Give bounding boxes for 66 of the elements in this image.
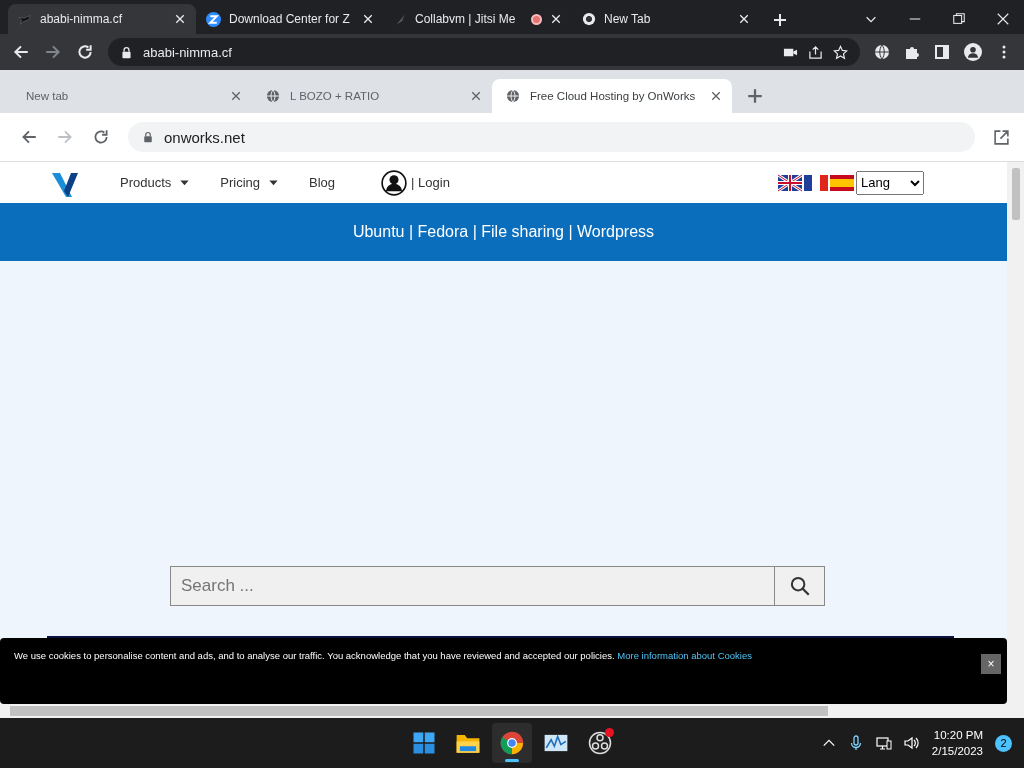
- url-text: ababi-nimma.cf: [143, 44, 233, 60]
- close-icon: [996, 12, 1010, 26]
- browser-tab[interactable]: Download Center for Z: [196, 4, 384, 34]
- cookie-notice: We use cookies to personalise content and ads, and to analyse our traffic. You acknowledge that you have reviewed and accepted our policies. More information about Cookies: [14, 650, 753, 661]
- bird-icon: [18, 12, 32, 26]
- close-icon: [470, 90, 482, 102]
- new-tab-icon: [746, 87, 764, 105]
- search-field[interactable]: Search ...: [170, 566, 775, 606]
- banner-links: Ubuntu | Fedora | File sharing | Wordpress: [352, 223, 655, 241]
- forward-icon: [56, 128, 74, 146]
- search-button[interactable]: [775, 566, 825, 606]
- close-button[interactable]: ×: [981, 654, 1001, 674]
- clock-date[interactable]: 2/15/2023: [931, 743, 983, 759]
- lock-icon: [142, 131, 154, 143]
- browser-tab[interactable]: Collabvm | Jitsi Me: [384, 4, 572, 34]
- close-icon: [174, 13, 186, 25]
- reload-icon: [76, 43, 94, 61]
- close-icon: [230, 90, 242, 102]
- volume-icon: [903, 735, 920, 751]
- nav-link[interactable]: Blog: [309, 175, 336, 190]
- network-icon: [875, 735, 892, 751]
- lock-icon: [120, 45, 133, 59]
- restore-icon: [952, 12, 966, 26]
- browser-tab[interactable]: New tab: [12, 79, 252, 113]
- browser-tab[interactable]: Free Cloud Hosting by OnWorks: [492, 79, 732, 113]
- back-icon: [20, 128, 38, 146]
- open-external-icon: [993, 128, 1010, 146]
- url-text: onworks.net: [164, 128, 245, 146]
- vertical-scrollbar[interactable]: [1007, 162, 1024, 704]
- language-select[interactable]: Lang: [856, 170, 924, 195]
- profile-icon: [964, 43, 982, 61]
- forward-icon: [44, 43, 62, 61]
- browser-tab[interactable]: ababi-nimma.cf: [8, 4, 196, 34]
- globe-icon: [266, 89, 280, 103]
- close-icon: [362, 13, 374, 25]
- windows-icon: [412, 731, 436, 755]
- browser-tab[interactable]: L BOZO + RATIO: [252, 79, 492, 113]
- reload-icon: [92, 128, 110, 146]
- taskbar-app[interactable]: [492, 723, 532, 763]
- close-icon: [738, 13, 750, 25]
- close-icon: [710, 90, 722, 102]
- chrome-icon: [582, 12, 596, 26]
- share-icon: [808, 44, 823, 60]
- z-logo-icon: [206, 11, 221, 27]
- user-icon: [381, 169, 408, 196]
- back-icon: [12, 43, 30, 61]
- notification-badge[interactable]: 2: [995, 734, 1012, 752]
- puzzle-icon: [904, 44, 920, 60]
- address-bar[interactable]: ababi-nimma.cf: [108, 38, 860, 66]
- nav-link[interactable]: Products: [120, 175, 172, 190]
- login-link[interactable]: | Login: [411, 175, 450, 190]
- nav-link[interactable]: Pricing: [220, 175, 261, 190]
- cookie-info-link[interactable]: More information about Cookies: [617, 650, 752, 661]
- star-icon: [833, 44, 848, 60]
- close-icon: [550, 13, 562, 25]
- side-panel-icon: [934, 44, 950, 60]
- browser-tab[interactable]: New Tab: [572, 4, 760, 34]
- horizontal-scrollbar[interactable]: [0, 704, 1024, 718]
- new-tab-icon: [772, 12, 788, 28]
- search-icon: [789, 576, 810, 596]
- globe-icon: [874, 44, 890, 60]
- globe-icon: [506, 89, 520, 103]
- chrome-icon: [500, 731, 524, 755]
- obs-icon: [588, 731, 612, 755]
- clock-time[interactable]: 10:20 PM: [933, 727, 983, 743]
- address-bar[interactable]: onworks.net: [128, 122, 975, 152]
